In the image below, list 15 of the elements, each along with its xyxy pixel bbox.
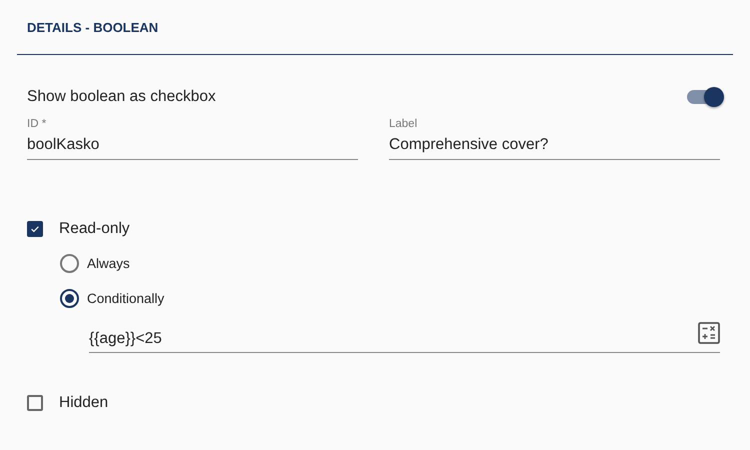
toggle-switch[interactable] [687,90,721,104]
radio-button[interactable] [60,254,79,272]
checkbox[interactable] [27,395,43,411]
toggle-label: Show boolean as checkbox [27,88,216,106]
condition-field[interactable]: {{age}}<25 [89,322,720,353]
checkbox[interactable] [27,221,43,237]
text-field[interactable]: ID * boolKasko [27,118,358,160]
checkbox-label: Read-only [59,220,130,238]
radio-label: Always [87,256,130,270]
radio-label: Conditionally [87,290,164,306]
checkbox-label: Hidden [59,394,108,412]
section-title: DETAILS - BOOLEAN [27,20,158,34]
calculator-icon[interactable] [698,322,720,344]
radio-button[interactable] [60,288,79,308]
text-field[interactable]: Label Comprehensive cover? [389,118,720,160]
